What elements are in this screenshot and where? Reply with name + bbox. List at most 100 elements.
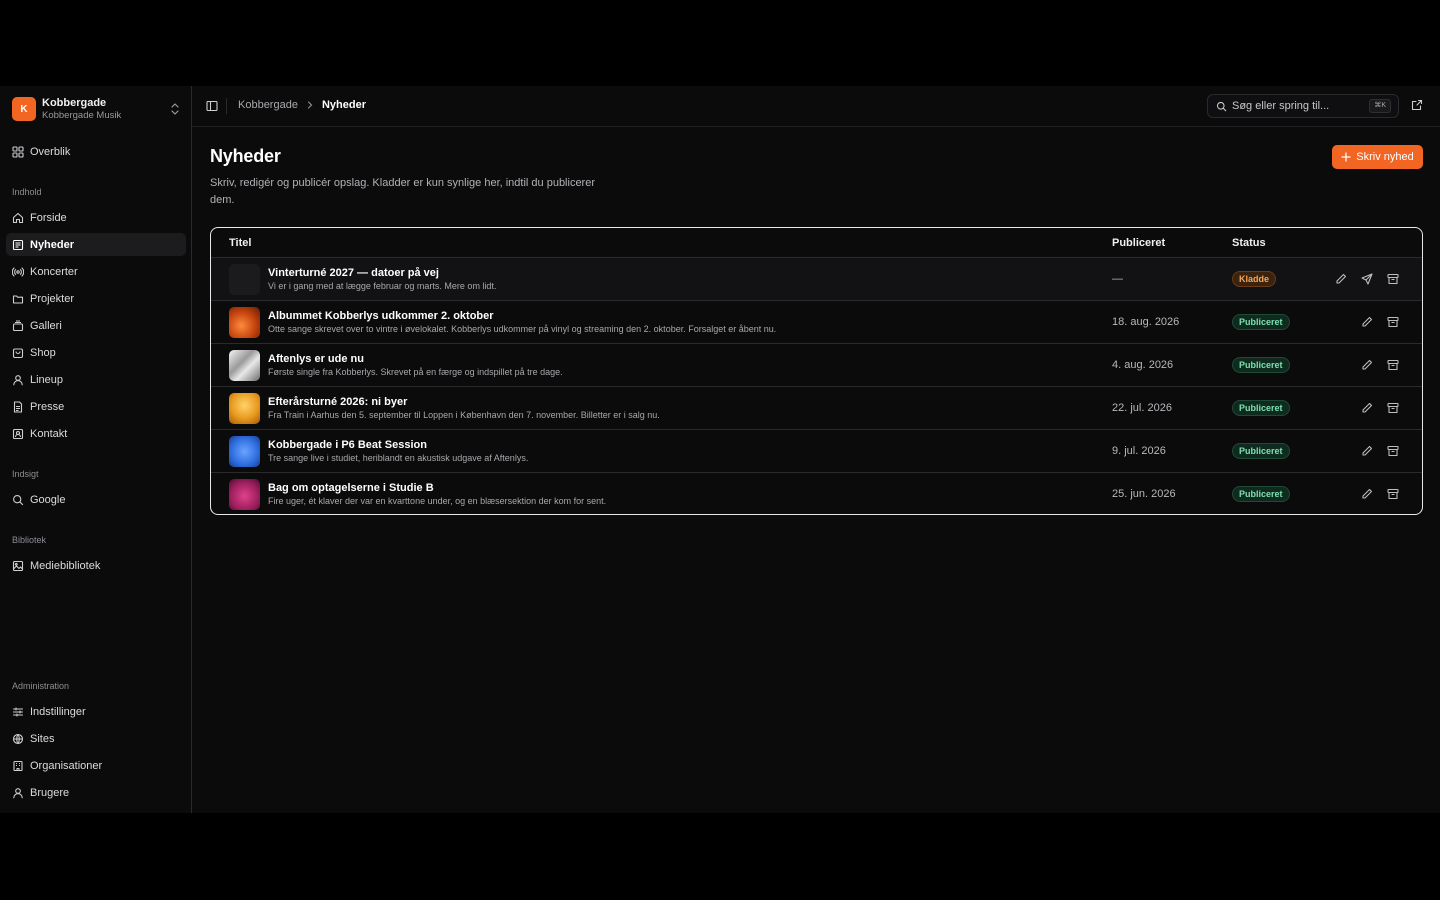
- pencil-icon[interactable]: [1360, 487, 1374, 501]
- post-thumbnail: [229, 479, 260, 510]
- user-icon: [13, 787, 23, 798]
- contact-icon: [12, 428, 24, 439]
- page-title: Nyheder: [210, 146, 281, 166]
- table-row[interactable]: Efterårsturné 2026: ni byer Fra Train i …: [211, 387, 1422, 430]
- sidebar-item-galleri[interactable]: Galleri: [6, 314, 186, 337]
- row-actions: [1334, 272, 1400, 286]
- post-date: 22. jul. 2026: [1112, 402, 1172, 414]
- pencil-icon[interactable]: [1360, 401, 1374, 415]
- pencil-icon[interactable]: [1360, 444, 1374, 458]
- table-row[interactable]: Aftenlys er ude nu Første single fra Kob…: [211, 344, 1422, 387]
- archive-icon[interactable]: [1386, 444, 1400, 458]
- search-box[interactable]: ⌘K: [1207, 94, 1399, 118]
- chevrons-up-down-icon[interactable]: [168, 102, 182, 116]
- table-row[interactable]: Bag om optagelserne i Studie B Fire uger…: [211, 473, 1422, 514]
- post-title[interactable]: Vinterturné 2027 — datoer på vej: [268, 267, 439, 279]
- row-actions: [1360, 315, 1400, 329]
- org-logo: K: [12, 97, 36, 121]
- building-icon: [13, 760, 23, 771]
- external-link-icon[interactable]: [1410, 98, 1424, 112]
- sidebar-item-nyheder[interactable]: Nyheder: [6, 233, 186, 256]
- sidebar-item-label: Kontakt: [30, 427, 68, 440]
- sidebar-item-projekter[interactable]: Projekter: [6, 287, 186, 310]
- sidebar-item-kontakt[interactable]: Kontakt: [6, 422, 186, 445]
- status-badge: Publiceret: [1232, 400, 1290, 416]
- post-title[interactable]: Bag om optagelserne i Studie B: [268, 482, 434, 494]
- column-header-status[interactable]: Status: [1232, 237, 1266, 249]
- post-excerpt: Vi er i gang med at lægge februar og mar…: [268, 281, 497, 291]
- sidebar-item-label: Organisationer: [30, 759, 103, 772]
- new-post-button[interactable]: Skriv nyhed: [1332, 145, 1423, 169]
- post-title[interactable]: Kobbergade i P6 Beat Session: [268, 439, 427, 451]
- table-row[interactable]: Vinterturné 2027 — datoer på vej Vi er i…: [211, 258, 1422, 301]
- archive-icon[interactable]: [1386, 358, 1400, 372]
- table-row[interactable]: Kobbergade i P6 Beat Session Tre sange l…: [211, 430, 1422, 473]
- sidebar-item-label: Shop: [30, 346, 56, 359]
- home-icon: [12, 212, 24, 223]
- row-actions: [1360, 401, 1400, 415]
- plus-icon: [1341, 152, 1351, 162]
- post-title[interactable]: Efterårsturné 2026: ni byer: [268, 396, 407, 408]
- sidebar-toggle-icon[interactable]: [204, 98, 220, 114]
- sidebar-item-google[interactable]: Google: [6, 488, 186, 511]
- breadcrumb-current: Nyheder: [321, 99, 366, 111]
- sidebar-item-shop[interactable]: Shop: [6, 341, 186, 364]
- archive-icon[interactable]: [1386, 487, 1400, 501]
- sidebar-item-label: Sites: [30, 732, 55, 745]
- divider: [226, 98, 227, 114]
- image-icon: [12, 560, 24, 571]
- sidebar-item-presse[interactable]: Presse: [6, 395, 186, 418]
- org-switcher[interactable]: K Kobbergade Kobbergade Musik: [12, 96, 182, 122]
- org-name: Kobbergade: [42, 96, 107, 109]
- news-table: Titel Publiceret Status Vinterturné 2027…: [210, 227, 1423, 515]
- globe-icon: [12, 733, 24, 744]
- search-input[interactable]: [1232, 100, 1364, 112]
- sidebar-item-overblik[interactable]: Overblik: [6, 140, 186, 163]
- sidebar-item-brugere[interactable]: Brugere: [6, 781, 186, 804]
- user-icon: [13, 374, 23, 385]
- post-thumbnail: [229, 350, 260, 381]
- column-header-title[interactable]: Titel: [229, 237, 251, 249]
- send-icon[interactable]: [1360, 272, 1374, 286]
- chevron-right-icon: [307, 101, 313, 109]
- post-excerpt: Fire uger, ét klaver der var en kvartton…: [268, 496, 607, 506]
- sidebar-item-koncerter[interactable]: Koncerter: [6, 260, 186, 283]
- archive-icon[interactable]: [1386, 401, 1400, 415]
- row-actions: [1360, 487, 1400, 501]
- sidebar-item-organisationer[interactable]: Organisationer: [6, 754, 186, 777]
- column-header-published[interactable]: Publiceret: [1112, 237, 1165, 249]
- sidebar-item-mediebibliotek[interactable]: Mediebibliotek: [6, 554, 186, 577]
- post-title[interactable]: Albummet Kobberlys udkommer 2. oktober: [268, 310, 494, 322]
- row-actions: [1360, 358, 1400, 372]
- sidebar-item-indstillinger[interactable]: Indstillinger: [6, 700, 186, 723]
- sidebar-item-label: Forside: [30, 211, 67, 224]
- search-icon: [1216, 101, 1227, 111]
- breadcrumb-link[interactable]: Kobbergade: [238, 99, 298, 111]
- table-row[interactable]: Albummet Kobberlys udkommer 2. oktober O…: [211, 301, 1422, 344]
- sidebar-item-sites[interactable]: Sites: [6, 727, 186, 750]
- newspaper-icon: [12, 239, 24, 250]
- post-thumbnail: [229, 436, 260, 467]
- post-excerpt: Første single fra Kobberlys. Skrevet på …: [268, 367, 563, 377]
- pencil-icon[interactable]: [1360, 315, 1374, 329]
- folder-icon: [12, 294, 24, 304]
- pencil-icon[interactable]: [1334, 272, 1348, 286]
- post-title[interactable]: Aftenlys er ude nu: [268, 353, 364, 365]
- nav-group-label: Indsigt: [12, 469, 39, 479]
- archive-icon[interactable]: [1386, 315, 1400, 329]
- archive-icon[interactable]: [1386, 272, 1400, 286]
- shopping-bag-icon: [12, 347, 24, 358]
- sidebar-item-label: Brugere: [30, 786, 70, 799]
- sidebar-item-label: Indstillinger: [30, 705, 86, 718]
- nav-group-label: Bibliotek: [12, 535, 47, 545]
- sidebar-item-forside[interactable]: Forside: [6, 206, 186, 229]
- post-date: 4. aug. 2026: [1112, 359, 1174, 371]
- sidebar-item-label: Overblik: [30, 145, 71, 158]
- sidebar-item-lineup[interactable]: Lineup: [6, 368, 186, 391]
- button-label: Skriv nyhed: [1356, 151, 1414, 163]
- table-header: Titel Publiceret Status: [211, 228, 1422, 258]
- pencil-icon[interactable]: [1360, 358, 1374, 372]
- topbar: Kobbergade Nyheder ⌘K: [192, 86, 1440, 127]
- post-excerpt: Otte sange skrevet over to vintre i øvel…: [268, 324, 777, 334]
- post-date: 25. jun. 2026: [1112, 488, 1176, 500]
